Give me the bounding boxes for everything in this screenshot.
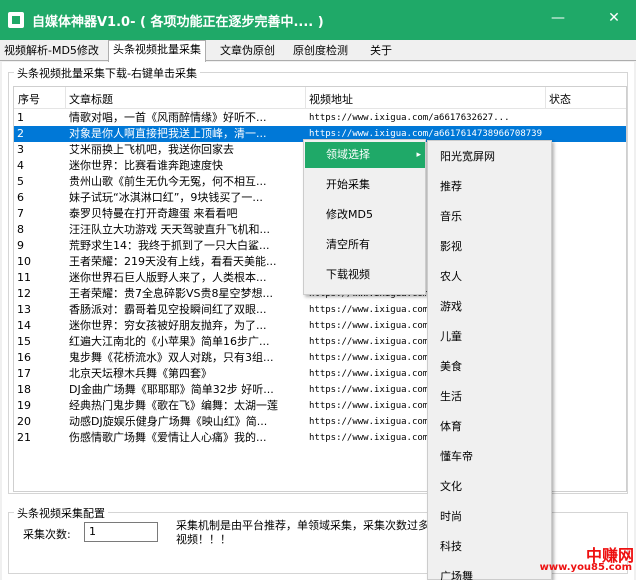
row-index: 4 — [17, 159, 24, 172]
submenu-arrow-icon: ▸ — [416, 150, 421, 160]
tab-toutiao-batch-collect[interactable]: 头条视频批量采集 — [108, 40, 206, 62]
row-title: 迷你世界：穷女孩被好朋友抛弃，为了... — [69, 319, 267, 332]
row-index: 11 — [17, 271, 31, 284]
row-index: 9 — [17, 239, 24, 252]
row-index: 17 — [17, 367, 31, 380]
tab-article-rewrite[interactable]: 文章伪原创 — [216, 42, 279, 61]
submenu-item[interactable]: 广场舞 — [429, 562, 551, 580]
row-title: 荒野求生14：我终于抓到了一只大白鲨... — [69, 239, 270, 252]
menu-item-download-video[interactable]: 下载视频 — [305, 262, 425, 288]
row-index: 16 — [17, 351, 31, 364]
column-separator — [65, 87, 66, 109]
row-title: 红遍大江南北的《小苹果》简单16步广... — [69, 335, 270, 348]
submenu-item[interactable]: 体育 — [429, 412, 551, 442]
submenu-item[interactable]: 儿童 — [429, 322, 551, 352]
row-title: 王者荣耀：贵7全息碎影VS贵8星空梦想... — [69, 287, 273, 300]
row-index: 19 — [17, 399, 31, 412]
row-title: 情歌对唱，一首《风雨醉情缘》好听不... — [69, 111, 267, 124]
column-header-index[interactable]: 序号 — [18, 91, 40, 107]
row-title: 伤感情歌广场舞《爱情让人心痛》我的... — [69, 431, 267, 444]
row-title: 对象是你人啊直接把我送上顶峰，清一... — [69, 127, 267, 140]
row-index: 7 — [17, 207, 24, 220]
row-index: 3 — [17, 143, 24, 156]
row-index: 6 — [17, 191, 24, 204]
menu-item-modify-md5[interactable]: 修改MD5 — [305, 202, 425, 228]
row-index: 21 — [17, 431, 31, 444]
column-separator — [305, 87, 306, 109]
row-title: DJ金曲广场舞《耶耶耶》简单32步 好听... — [69, 383, 274, 396]
submenu-item[interactable]: 美食 — [429, 352, 551, 382]
row-title: 鬼步舞《花桥流水》双人对跳，只有3组... — [69, 351, 274, 364]
context-menu: 领域选择 ▸ 开始采集 修改MD5 清空所有 下载视频 — [303, 139, 426, 295]
column-header-status[interactable]: 状态 — [549, 91, 571, 107]
collect-group-label: 头条视频批量采集下载-右键单击采集 — [14, 65, 200, 81]
submenu-item[interactable]: 农人 — [429, 262, 551, 292]
collect-note: 采集机制是由平台推荐，单领域采集，采集次数过多视频！！！ — [176, 519, 429, 546]
submenu-item[interactable]: 文化 — [429, 472, 551, 502]
domain-submenu: 阳光宽屏网 推荐 音乐 影视 农人 游戏 儿童 美食 生活 体育 懂车帝 文化 时尚 科技 广场舞 — [427, 140, 552, 580]
column-header-title[interactable]: 文章标题 — [69, 91, 113, 107]
row-title: 妹子试玩“冰淇淋口红”，9块钱买了一... — [69, 191, 263, 204]
submenu-item[interactable]: 生活 — [429, 382, 551, 412]
row-title: 迷你世界石巨人版野人来了，人类根本... — [69, 271, 267, 284]
config-group-label: 头条视频采集配置 — [14, 505, 108, 521]
submenu-item[interactable]: 游戏 — [429, 292, 551, 322]
submenu-item[interactable]: 懂车帝 — [429, 442, 551, 472]
submenu-item[interactable]: 影视 — [429, 232, 551, 262]
submenu-item[interactable]: 科技 — [429, 532, 551, 562]
row-title: 贵州山歌《前生无仇今无冤，何不相互... — [69, 175, 267, 188]
row-title: 王者荣耀：219天没有上线，看看天美能... — [69, 255, 277, 268]
row-index: 14 — [17, 319, 31, 332]
row-index: 20 — [17, 415, 31, 428]
grid-header: 序号 文章标题 视频地址 状态 — [14, 87, 626, 109]
row-index: 15 — [17, 335, 31, 348]
app-icon — [8, 12, 24, 28]
row-index: 10 — [17, 255, 31, 268]
table-row[interactable]: 1 情歌对唱，一首《风雨醉情缘》好听不... https://www.ixigua.… — [14, 110, 626, 126]
row-index: 12 — [17, 287, 31, 300]
row-title: 艾米丽换上飞机吧，我送你回家去 — [69, 143, 234, 156]
window-title: 自媒体神器V1.0- ( 各项功能正在逐步完善中.... ) — [32, 15, 324, 30]
menu-item-start-collect[interactable]: 开始采集 — [305, 172, 425, 198]
row-title: 迷你世界：比赛看谁奔跑速度快 — [69, 159, 223, 172]
row-title: 香肠派对：霸哥着见空投瞬间红了双眼... — [69, 303, 267, 316]
row-index: 8 — [17, 223, 24, 236]
row-url: https://www.ixigua.com/a6617632627... — [309, 113, 510, 123]
row-title: 汪汪队立大功游戏 天天驾驶直升飞机和... — [69, 223, 270, 236]
collect-count-input[interactable]: 1 — [84, 522, 158, 542]
row-index: 18 — [17, 383, 31, 396]
title-bar: 自媒体神器V1.0- ( 各项功能正在逐步完善中.... ) — ✕ — [0, 0, 636, 40]
minimize-button[interactable]: — — [546, 8, 570, 28]
row-index: 13 — [17, 303, 31, 316]
row-index: 1 — [17, 111, 24, 124]
menu-item-domain-select[interactable]: 领域选择 ▸ — [305, 142, 425, 168]
row-title: 泰罗贝特曼在打开奇趣蛋 来看看吧 — [69, 207, 238, 220]
row-index: 2 — [17, 127, 24, 140]
row-title: 北京天坛穆木兵舞《第四套》 — [69, 367, 212, 380]
collect-count-label: 采集次数: — [23, 528, 71, 541]
tab-originality-check[interactable]: 原创度检测 — [289, 42, 352, 61]
row-index: 5 — [17, 175, 24, 188]
submenu-item[interactable]: 时尚 — [429, 502, 551, 532]
submenu-item[interactable]: 阳光宽屏网 — [429, 142, 551, 172]
close-button[interactable]: ✕ — [602, 8, 626, 28]
tab-video-parse-md5[interactable]: 视频解析-MD5修改 — [0, 42, 103, 61]
submenu-item[interactable]: 音乐 — [429, 202, 551, 232]
tab-about[interactable]: 关于 — [366, 42, 396, 61]
watermark: 中赚网 www.you85.com — [540, 542, 634, 578]
submenu-item[interactable]: 推荐 — [429, 172, 551, 202]
tab-strip: 视频解析-MD5修改 头条视频批量采集 文章伪原创 原创度检测 关于 — [0, 40, 636, 62]
row-title: 动感DJ旋娱乐健身广场舞《映山红》简... — [69, 415, 268, 428]
column-header-url[interactable]: 视频地址 — [309, 91, 353, 107]
column-separator — [545, 87, 546, 109]
row-title: 经典热门鬼步舞《歌在飞》编舞：太湖一莲 — [69, 399, 278, 412]
menu-item-domain-select-label: 领域选择 — [326, 148, 370, 161]
menu-item-clear-all[interactable]: 清空所有 — [305, 232, 425, 258]
watermark-url: www.you85.com — [539, 562, 632, 573]
